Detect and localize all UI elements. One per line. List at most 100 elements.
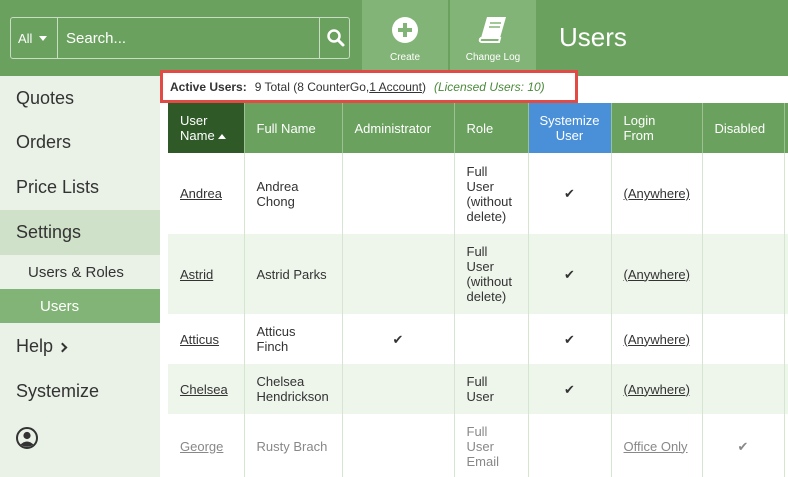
role-text: delete) (466, 289, 507, 304)
cell-fullname: Atticus Finch (244, 314, 343, 364)
chevron-down-icon (39, 35, 48, 41)
cell-username[interactable]: Astrid (168, 234, 245, 314)
cell-role: Full User (454, 364, 529, 414)
search-scope-label: All (18, 30, 33, 46)
login-from-link[interactable]: (Anywhere) (624, 382, 690, 397)
checkmark-icon: ✔ (564, 186, 575, 201)
login-from-link[interactable]: (Anywhere) (624, 186, 690, 201)
cell-login-from[interactable]: (Anywhere) (611, 153, 703, 234)
sidebar-item-label: Help (16, 336, 54, 356)
fullname-text: Astrid Parks (256, 266, 327, 282)
login-from-link[interactable]: (Anywhere) (624, 267, 690, 282)
username-link[interactable]: George (180, 439, 223, 454)
plus-circle-icon (392, 17, 418, 43)
role-text: User (466, 259, 494, 274)
header-text: Administrator (354, 120, 432, 136)
sidebar-item-users[interactable]: Users (0, 289, 160, 323)
role-text: User (466, 178, 494, 194)
column-header-username[interactable]: User Name (168, 103, 245, 153)
cell-disabled (702, 234, 785, 314)
licensed-users-text: (Licensed Users: 10) (433, 79, 545, 94)
role-text: User (466, 438, 494, 454)
cell-login-from[interactable]: (Anywhere) (611, 234, 703, 314)
checkmark-icon: ✔ (564, 266, 575, 282)
user-avatar-icon[interactable] (16, 427, 38, 449)
cell-administrator (342, 234, 455, 314)
cell-overflow (784, 153, 788, 234)
sidebar-item-settings[interactable]: Settings (0, 210, 160, 255)
cell-role (454, 314, 529, 364)
role-text: Full (466, 374, 488, 389)
sidebar-item-label: Price Lists (16, 177, 100, 197)
users-table: User Name Full Name Administrator Role Sy… (168, 103, 788, 477)
cell-systemize-user: ✔ (528, 234, 612, 314)
cell-login-from[interactable]: Office Only (611, 414, 703, 477)
search-icon (326, 29, 344, 47)
fullname-text: Rusty Brach (256, 438, 328, 454)
column-header-disabled[interactable]: Disabled (702, 103, 785, 153)
change-log-button[interactable]: Change Log (450, 0, 536, 76)
sidebar-item-orders[interactable]: Orders (0, 120, 160, 165)
cell-overflow (784, 314, 788, 364)
cell-disabled (702, 153, 785, 234)
cell-username[interactable]: Andrea (168, 153, 245, 234)
username-link[interactable]: Andrea (180, 186, 222, 201)
username-link[interactable]: Atticus (180, 332, 219, 347)
role-text: delete) (466, 208, 507, 224)
account-link[interactable]: 1 Account (369, 80, 422, 94)
column-header-systemize-user[interactable]: Systemize User (528, 103, 612, 153)
cell-fullname: Rusty Brach (244, 414, 343, 477)
table-row: Astrid Astrid Parks Full User (without dele… (168, 234, 788, 314)
column-header-fullname[interactable]: Full Name (244, 103, 343, 153)
login-from-link[interactable]: (Anywhere) (624, 332, 690, 347)
search-input[interactable] (57, 18, 319, 58)
top-bar: All Create Change Log Users (0, 0, 788, 76)
cell-disabled (702, 364, 785, 414)
cell-disabled: ✔ (702, 414, 785, 477)
search-scope-select[interactable]: All (11, 18, 57, 58)
search-button[interactable] (319, 18, 351, 58)
cell-role: Full User Email (454, 414, 529, 477)
active-users-banner: Active Users: 9 Total (8 CounterGo, 1 Ac… (160, 70, 578, 103)
fullname-text: Chong (256, 193, 295, 209)
username-link[interactable]: Chelsea (180, 382, 228, 397)
cell-login-from[interactable]: (Anywhere) (611, 314, 703, 364)
checkmark-icon: ✔ (392, 331, 404, 347)
column-header-administrator[interactable]: Administrator (342, 103, 455, 153)
create-label: Create (389, 52, 420, 63)
active-users-summary: 9 Total (8 CounterGo, (254, 79, 370, 94)
cell-fullname: Astrid Parks (244, 234, 343, 314)
sidebar-item-systemize[interactable]: Systemize (0, 369, 160, 414)
cell-login-from[interactable]: (Anywhere) (611, 364, 703, 414)
sidebar-item-price-lists[interactable]: Price Lists (0, 165, 160, 210)
sidebar: Quotes Orders Price Lists Settings Users… (0, 76, 160, 477)
create-button[interactable]: Create (362, 0, 448, 76)
cell-administrator: ✔ (342, 314, 455, 364)
active-users-summary-end: ) (421, 79, 426, 94)
username-link[interactable]: Astrid (180, 267, 213, 282)
header-text: Systemize (539, 113, 600, 128)
table-row: Atticus Atticus Finch ✔ ✔ (Anywhere) (168, 314, 788, 364)
cell-username[interactable]: George (168, 414, 245, 477)
sidebar-item-users-roles[interactable]: Users & Roles (0, 255, 160, 289)
column-header-role[interactable]: Role (454, 103, 529, 153)
sort-ascending-icon (217, 134, 226, 140)
cell-username[interactable]: Atticus (168, 314, 245, 364)
role-text: (without (466, 274, 513, 289)
column-header-overflow (784, 103, 788, 153)
checkmark-icon: ✔ (564, 381, 575, 397)
table-row: Andrea Andrea Chong Full User (without delet… (168, 153, 788, 234)
cell-disabled (702, 314, 785, 364)
cell-systemize-user: ✔ (528, 314, 612, 364)
header-text: From (623, 128, 654, 143)
chevron-right-icon (57, 342, 68, 353)
header-text: Role (466, 120, 494, 136)
cell-username[interactable]: Chelsea (168, 364, 245, 414)
login-from-link[interactable]: Office Only (624, 439, 688, 454)
column-header-login-from[interactable]: Login From (611, 103, 703, 153)
sidebar-item-help[interactable]: Help (0, 324, 160, 369)
sidebar-item-label: Users & Roles (28, 263, 124, 281)
checkmark-icon: ✔ (737, 438, 749, 454)
table-row: George Rusty Brach Full User Email Office … (168, 414, 788, 477)
sidebar-item-quotes[interactable]: Quotes (0, 76, 160, 120)
